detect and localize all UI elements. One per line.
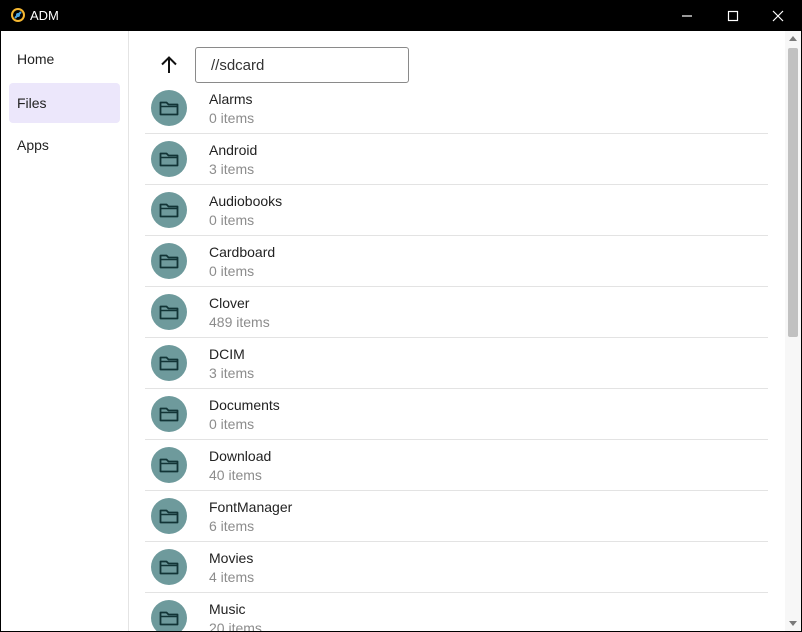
file-item-count: 0 items [209,263,255,279]
close-button[interactable] [755,0,801,31]
folder-avatar [151,90,187,126]
window-title: ADM [30,8,59,23]
file-item-count: 0 items [209,212,255,228]
folder-icon [159,305,179,320]
file-item-count: 20 items [209,620,262,631]
sidebar-item-home[interactable]: Home [9,39,120,79]
folder-icon [159,560,179,575]
list-item[interactable]: Android 3 items [145,134,768,185]
file-name: Clover [209,295,250,311]
file-item-count: 3 items [209,161,255,177]
sidebar-item-apps[interactable]: Apps [9,125,120,165]
file-name: Audiobooks [209,193,283,209]
file-name: Cardboard [209,244,276,260]
folder-avatar [151,345,187,381]
folder-avatar [151,447,187,483]
file-name: DCIM [209,346,245,362]
list-item[interactable]: Cardboard 0 items [145,236,768,287]
file-item-count: 3 items [209,365,255,381]
folder-avatar [151,396,187,432]
file-item-count: 6 items [209,518,255,534]
maximize-button[interactable] [710,0,756,31]
folder-avatar [151,243,187,279]
file-name: Documents [209,397,280,413]
scroll-up-arrow-icon[interactable] [789,36,797,41]
sidebar-item-label: Files [17,95,47,111]
folder-icon [159,101,179,116]
minimize-icon [682,14,692,17]
folder-avatar [151,141,187,177]
minimize-button[interactable] [664,0,710,31]
vertical-scrollbar[interactable] [785,31,801,631]
list-item[interactable]: Clover 489 items [145,287,768,338]
navigate-up-button[interactable] [157,53,181,77]
file-name: Movies [209,550,254,566]
file-item-count: 4 items [209,569,255,585]
file-name: FontManager [209,499,293,515]
file-name: Download [209,448,272,464]
folder-icon [159,152,179,167]
list-item[interactable]: Movies 4 items [145,542,768,593]
folder-icon [159,407,179,422]
folder-avatar [151,498,187,534]
folder-avatar [151,600,187,631]
folder-icon [159,458,179,473]
file-name: Music [209,601,246,617]
sidebar-nav: Home Files Apps [1,31,129,631]
sidebar-item-label: Apps [17,137,49,153]
list-item[interactable]: Music 20 items [145,593,768,631]
scroll-down-arrow-icon[interactable] [789,621,797,626]
folder-icon [159,356,179,371]
folder-icon [159,611,179,626]
maximize-icon [727,10,739,21]
list-item[interactable]: Download 40 items [145,440,768,491]
scrollbar-thumb[interactable] [788,48,798,337]
folder-icon [159,509,179,524]
folder-avatar [151,549,187,585]
file-list[interactable]: Alarms 0 items Android 3 items Audiobook… [145,83,768,631]
file-item-count: 0 items [209,110,255,126]
folder-avatar [151,192,187,228]
file-name: Alarms [209,91,253,107]
file-browser: Alarms 0 items Android 3 items Audiobook… [129,31,785,631]
file-item-count: 40 items [209,467,262,483]
list-item[interactable]: DCIM 3 items [145,338,768,389]
list-item[interactable]: FontManager 6 items [145,491,768,542]
file-item-count: 489 items [209,314,270,330]
sidebar-item-files[interactable]: Files [9,83,120,123]
list-item[interactable]: Documents 0 items [145,389,768,440]
title-bar[interactable]: ADM [1,0,801,31]
app-window: ADM Home Files Apps //sdcard Alarms 0 it… [1,0,801,631]
list-item[interactable]: Alarms 0 items [145,83,768,134]
folder-icon [159,254,179,269]
app-logo-icon [10,7,26,23]
file-name: Android [209,142,258,158]
list-item[interactable]: Audiobooks 0 items [145,185,768,236]
folder-avatar [151,294,187,330]
close-icon [772,10,784,21]
arrow-up-icon [161,56,177,73]
folder-icon [159,203,179,218]
path-input[interactable] [195,47,409,83]
sidebar-item-label: Home [17,51,55,67]
file-item-count: 0 items [209,416,255,432]
